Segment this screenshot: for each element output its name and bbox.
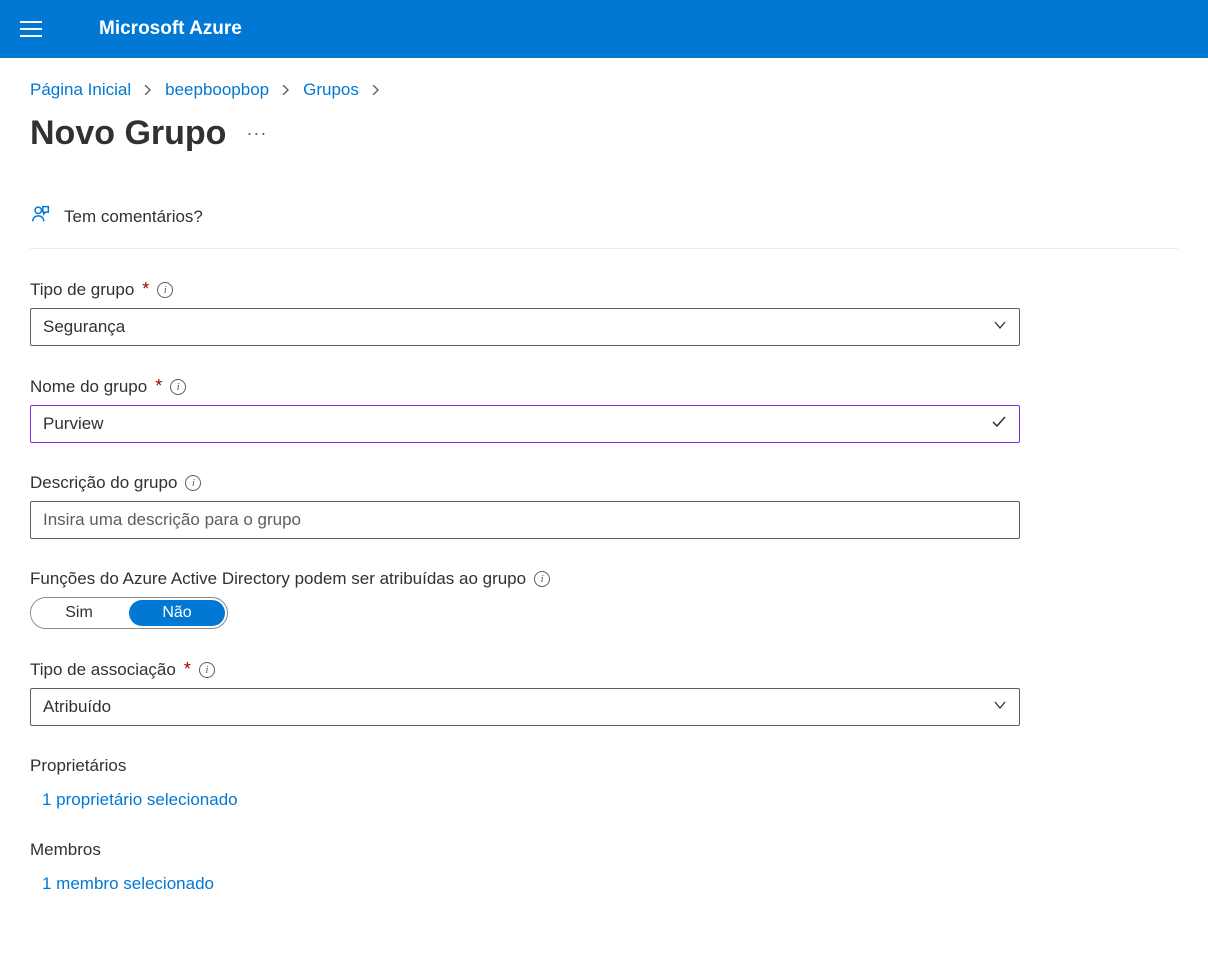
hamburger-menu-icon[interactable]: [20, 17, 44, 41]
section-members: Membros 1 membro selecionado: [30, 840, 1178, 894]
select-group-type[interactable]: Segurança: [30, 308, 1020, 346]
page-content: Página Inicial beepboopbop Grupos Novo G…: [0, 58, 1208, 946]
required-indicator: *: [142, 279, 149, 300]
label-text: Descrição do grupo: [30, 473, 177, 493]
breadcrumb-groups[interactable]: Grupos: [303, 80, 359, 100]
label-aad-roles: Funções do Azure Active Directory podem …: [30, 569, 1178, 589]
select-membership-type[interactable]: Atribuído: [30, 688, 1020, 726]
label-group-description: Descrição do grupo i: [30, 473, 1178, 493]
info-icon[interactable]: i: [157, 282, 173, 298]
chevron-right-icon: [371, 82, 381, 98]
label-members: Membros: [30, 840, 1178, 860]
required-indicator: *: [184, 659, 191, 680]
top-header: Microsoft Azure: [0, 0, 1208, 58]
field-aad-roles: Funções do Azure Active Directory podem …: [30, 569, 1178, 629]
label-text: Nome do grupo: [30, 377, 147, 397]
input-group-description[interactable]: [30, 501, 1020, 539]
label-text: Funções do Azure Active Directory podem …: [30, 569, 526, 589]
feedback-bar: Tem comentários?: [30, 203, 1178, 249]
check-icon: [991, 414, 1007, 435]
info-icon[interactable]: i: [199, 662, 215, 678]
chevron-down-icon: [993, 697, 1007, 717]
breadcrumb-home[interactable]: Página Inicial: [30, 80, 131, 100]
link-members-selected[interactable]: 1 membro selecionado: [42, 874, 1178, 894]
section-owners: Proprietários 1 proprietário selecionado: [30, 756, 1178, 810]
field-membership-type: Tipo de associação * i Atribuído: [30, 659, 1178, 726]
select-value: Segurança: [43, 317, 125, 337]
page-title-row: Novo Grupo ···: [30, 114, 1178, 153]
toggle-aad-roles: Sim Não: [30, 597, 228, 629]
label-group-name: Nome do grupo * i: [30, 376, 1178, 397]
feedback-person-icon: [30, 203, 52, 230]
chevron-down-icon: [993, 317, 1007, 337]
info-icon[interactable]: i: [185, 475, 201, 491]
breadcrumb: Página Inicial beepboopbop Grupos: [30, 80, 1178, 100]
brand-title: Microsoft Azure: [99, 18, 242, 40]
label-membership-type: Tipo de associação * i: [30, 659, 1178, 680]
label-text: Tipo de grupo: [30, 280, 134, 300]
field-group-description: Descrição do grupo i: [30, 473, 1178, 539]
label-owners: Proprietários: [30, 756, 1178, 776]
page-title: Novo Grupo: [30, 114, 226, 153]
label-text: Tipo de associação: [30, 660, 176, 680]
chevron-right-icon: [143, 82, 153, 98]
label-group-type: Tipo de grupo * i: [30, 279, 1178, 300]
info-icon[interactable]: i: [170, 379, 186, 395]
toggle-no[interactable]: Não: [129, 600, 225, 626]
required-indicator: *: [155, 376, 162, 397]
chevron-right-icon: [281, 82, 291, 98]
feedback-link[interactable]: Tem comentários?: [64, 207, 203, 227]
select-value: Atribuído: [43, 697, 111, 717]
info-icon[interactable]: i: [534, 571, 550, 587]
toggle-yes[interactable]: Sim: [31, 598, 127, 628]
field-group-type: Tipo de grupo * i Segurança: [30, 279, 1178, 346]
field-group-name: Nome do grupo * i Purview: [30, 376, 1178, 443]
more-actions-icon[interactable]: ···: [246, 123, 267, 144]
input-group-name[interactable]: Purview: [30, 405, 1020, 443]
breadcrumb-tenant[interactable]: beepboopbop: [165, 80, 269, 100]
link-owners-selected[interactable]: 1 proprietário selecionado: [42, 790, 1178, 810]
input-value: Purview: [43, 414, 103, 434]
